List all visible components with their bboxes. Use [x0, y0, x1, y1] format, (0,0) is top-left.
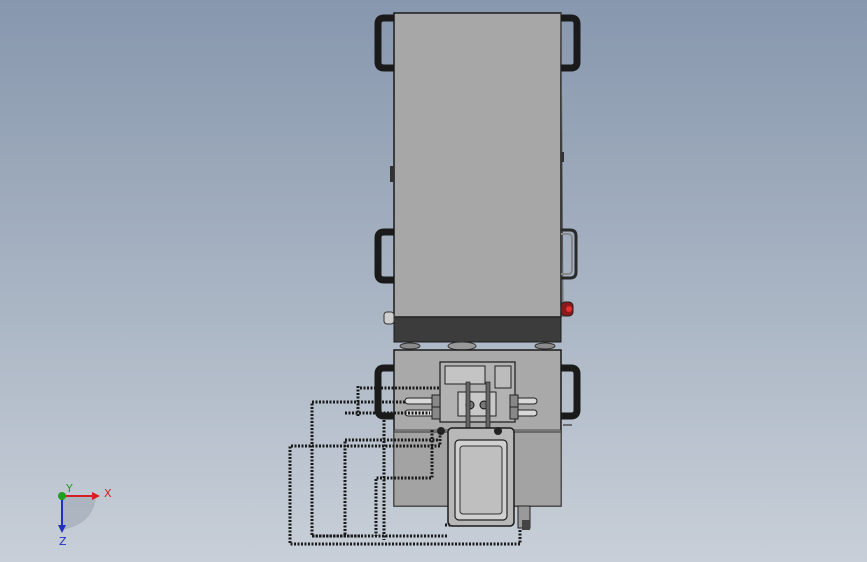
z-axis-label: Z	[59, 535, 67, 548]
upper-housing-dark-band	[393, 316, 562, 343]
y-axis-dot	[58, 492, 66, 500]
cad-viewport[interactable]: X Y Z	[0, 0, 867, 562]
left-knob	[383, 311, 395, 325]
cad-canvas[interactable]: X Y Z	[0, 0, 867, 562]
cartridge-tray[interactable]	[437, 427, 515, 527]
upper-housing-body	[393, 12, 562, 318]
x-axis-label: X	[104, 487, 112, 500]
upper-housing[interactable]	[390, 12, 564, 343]
y-axis-label: Y	[65, 482, 73, 495]
right-red-knob	[560, 301, 574, 317]
bottom-bracket	[517, 505, 531, 530]
